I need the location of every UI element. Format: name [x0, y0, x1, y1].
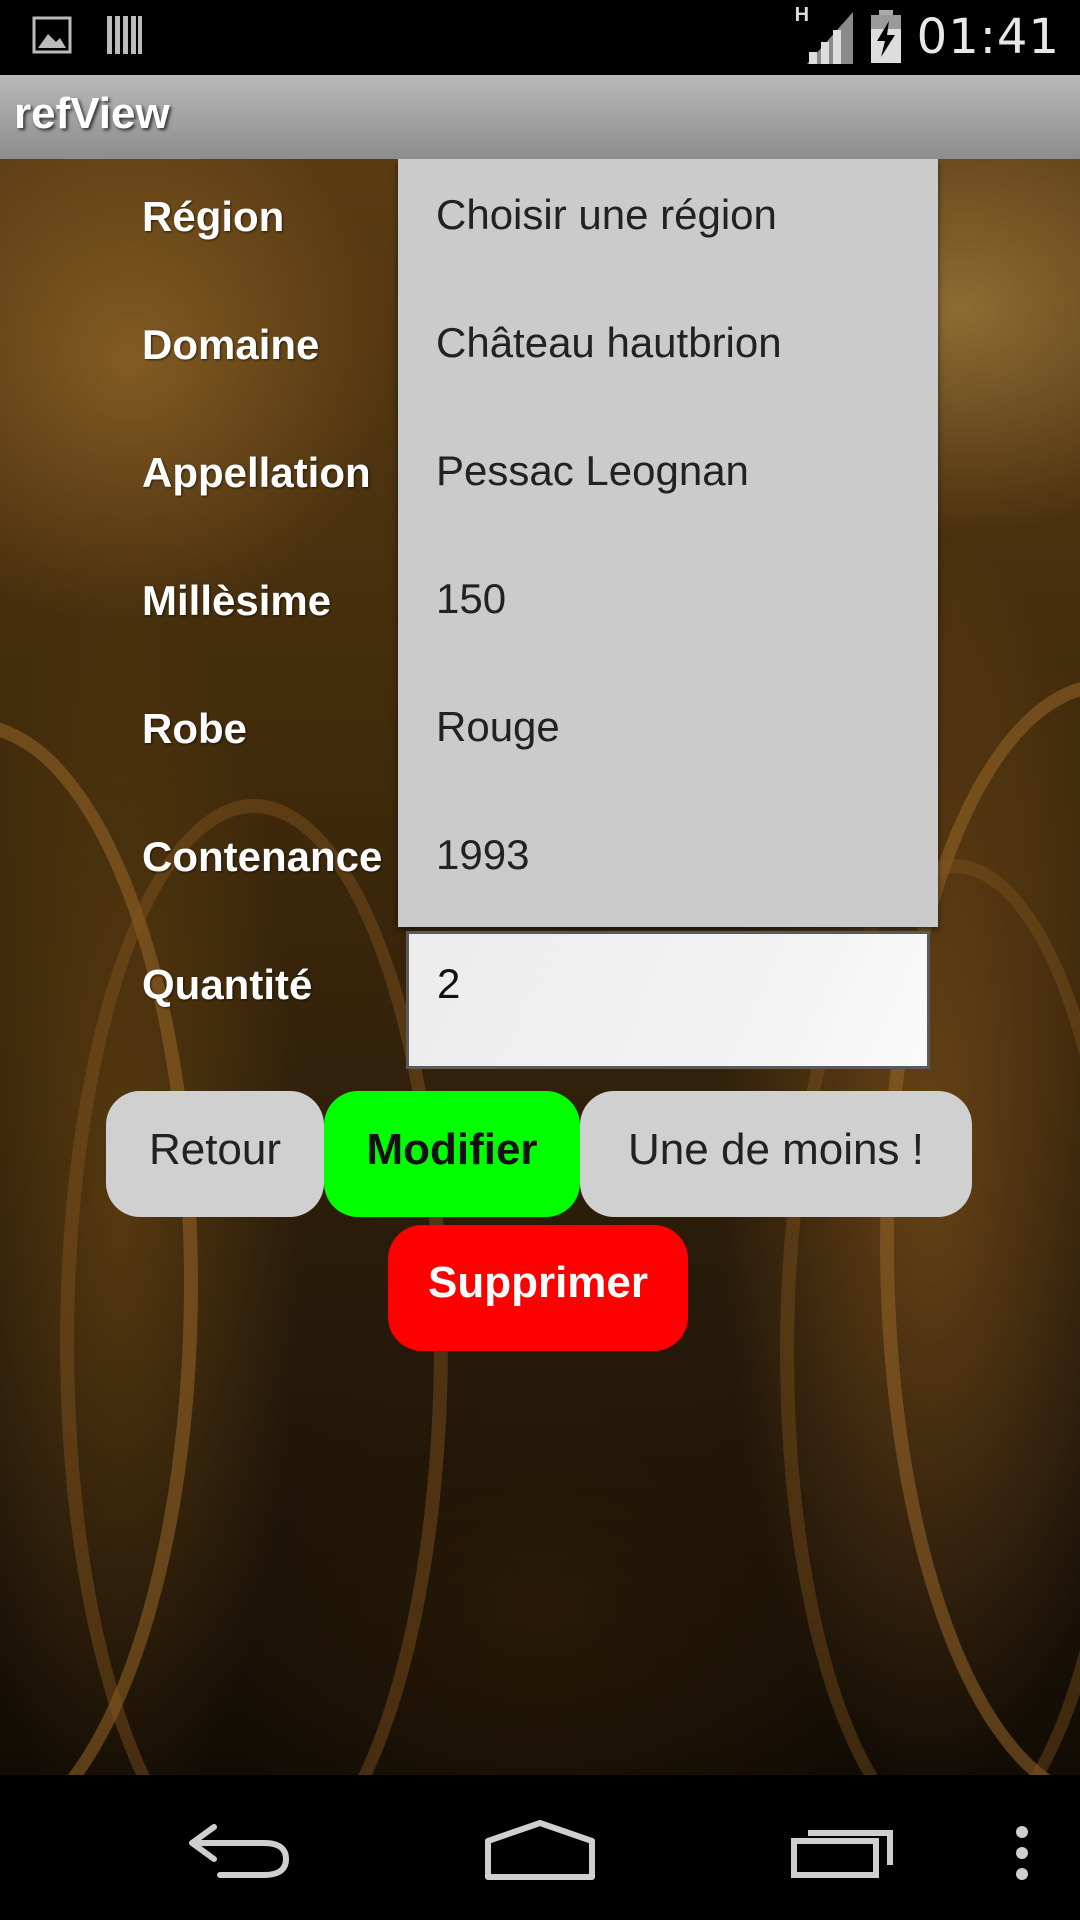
status-right: H 01:41: [795, 4, 1060, 66]
status-bar: H 01:41: [0, 0, 1080, 75]
label-domaine: Domaine: [142, 321, 320, 368]
dropdown-item[interactable]: Château hautbrion: [436, 319, 782, 367]
dropdown-item[interactable]: 150: [436, 575, 506, 623]
action-bar: refView: [0, 75, 1080, 159]
retour-button[interactable]: Retour: [106, 1091, 324, 1217]
back-icon[interactable]: [186, 1823, 292, 1879]
label-robe: Robe: [142, 705, 247, 752]
une-de-moins-button[interactable]: Une de moins !: [580, 1091, 972, 1217]
barcode-icon: [107, 16, 142, 54]
dropdown-item[interactable]: Rouge: [436, 703, 560, 751]
modifier-button[interactable]: Modifier: [324, 1091, 580, 1217]
region-dropdown-list: Choisir une région Château hautbrion Pes…: [398, 159, 938, 927]
app-title: refView: [14, 89, 170, 138]
label-contenance: Contenance: [142, 833, 383, 880]
label-quantite: Quantité: [142, 961, 313, 1008]
home-icon[interactable]: [484, 1819, 596, 1881]
content-area: Région Domaine Appellation Millèsime Rob…: [0, 159, 1080, 1775]
signal-icon: H: [795, 4, 855, 66]
status-left: [32, 14, 144, 56]
quantity-field[interactable]: 2: [406, 931, 930, 1069]
supprimer-button[interactable]: Supprimer: [388, 1225, 688, 1351]
image-icon: [32, 16, 72, 54]
overflow-menu-icon[interactable]: [1012, 1825, 1032, 1881]
label-appellation: Appellation: [142, 449, 371, 496]
dropdown-item[interactable]: Choisir une région: [436, 191, 777, 239]
recent-apps-icon[interactable]: [790, 1823, 896, 1879]
battery-charging-icon: [870, 10, 901, 63]
label-region: Région: [142, 193, 285, 240]
dropdown-item[interactable]: Pessac Leognan: [436, 447, 749, 495]
label-millesime: Millèsime: [142, 577, 332, 624]
dropdown-item[interactable]: 1993: [436, 831, 529, 879]
clock: 01:41: [916, 9, 1060, 65]
navigation-bar: [0, 1775, 1080, 1920]
